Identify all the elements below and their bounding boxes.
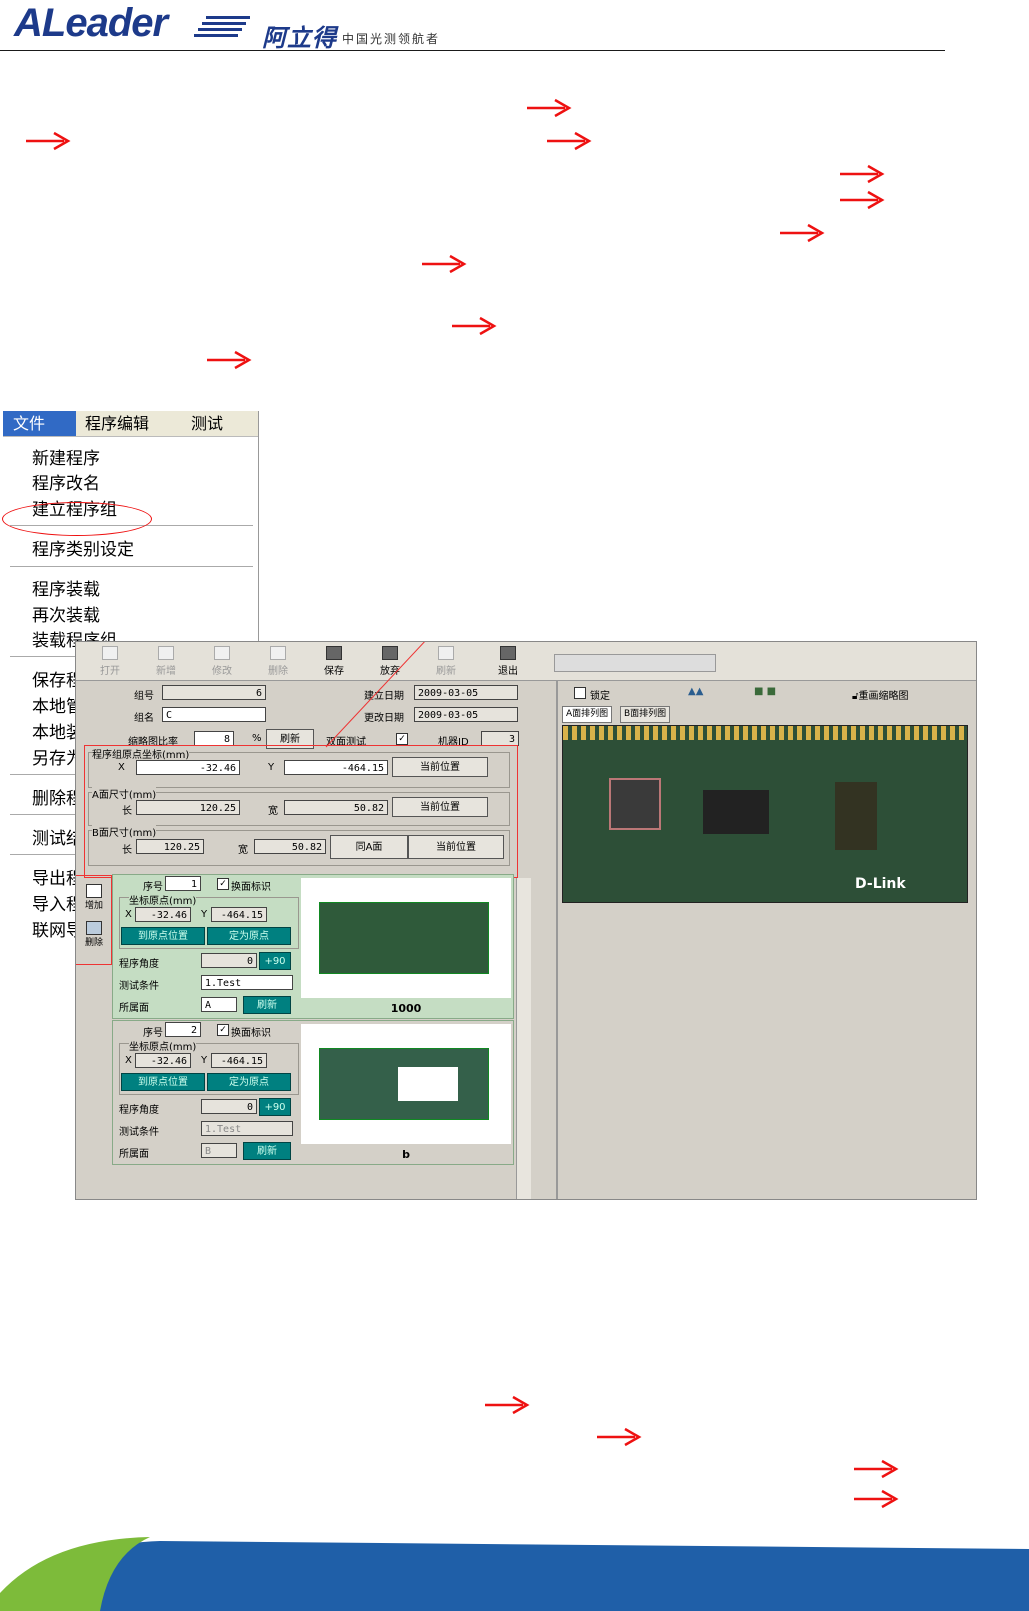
red-arrow-icon <box>527 98 572 118</box>
menu-separator <box>10 566 253 567</box>
menu-item-new-program[interactable]: 新建程序 <box>32 444 100 469</box>
red-arrow-icon <box>854 1459 899 1479</box>
red-arrow-icon <box>422 254 467 274</box>
red-arrow-icon <box>547 131 592 151</box>
red-arrow-icon <box>840 190 885 210</box>
red-arrow-icon <box>780 223 825 243</box>
menu-item-category-setting[interactable]: 程序类别设定 <box>32 535 134 560</box>
red-arrow-icon <box>597 1427 642 1447</box>
highlight-ellipse <box>2 502 152 536</box>
program-group-window: 打开 新增 修改 删除 保存 放弃 刷新 退出 组号 6 组名 C 缩略图比率 … <box>75 641 977 1200</box>
menu-bar: 文件 程序编辑 测试 <box>3 411 258 437</box>
menu-test[interactable]: 测试 <box>191 411 223 436</box>
red-arrow-icon <box>26 131 71 151</box>
header-rule <box>0 50 945 51</box>
menu-item-reload[interactable]: 再次装载 <box>32 601 100 626</box>
red-arrow-icon <box>452 316 497 336</box>
brand-slogan: 中国光测领航者 <box>342 32 441 46</box>
red-arrow-icon <box>207 350 252 370</box>
menu-item-rename-program[interactable]: 程序改名 <box>32 469 100 494</box>
red-arrow-icon <box>854 1489 899 1509</box>
callout-leader-line <box>325 642 425 748</box>
footer-banner <box>0 1537 1029 1611</box>
red-arrow-icon <box>485 1395 530 1415</box>
aleader-logo: ALeader <box>13 2 250 45</box>
menu-item-load-program[interactable]: 程序装载 <box>32 575 100 600</box>
svg-text:ALeader: ALeader <box>13 2 170 45</box>
menu-file[interactable]: 文件 <box>3 411 76 436</box>
red-arrow-icon <box>840 164 885 184</box>
brand-chinese-name: 阿立得 <box>262 23 337 52</box>
menu-program-edit[interactable]: 程序编辑 <box>85 411 149 436</box>
